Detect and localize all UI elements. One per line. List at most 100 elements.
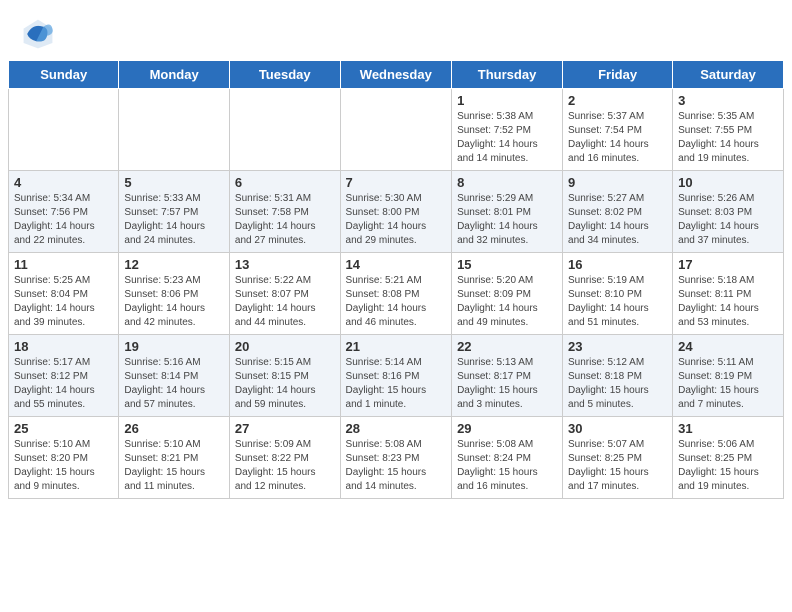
day-number: 18 bbox=[14, 339, 113, 354]
day-number: 29 bbox=[457, 421, 557, 436]
calendar-day-cell: 31 Sunrise: 5:06 AM Sunset: 8:25 PM Dayli… bbox=[673, 417, 784, 499]
day-of-week-header: Tuesday bbox=[229, 61, 340, 89]
day-info: Sunrise: 5:37 AM Sunset: 7:54 PM Dayligh… bbox=[568, 110, 667, 166]
day-number: 20 bbox=[235, 339, 335, 354]
day-info: Sunrise: 5:29 AM Sunset: 8:01 PM Dayligh… bbox=[457, 192, 557, 248]
day-info: Sunrise: 5:20 AM Sunset: 8:09 PM Dayligh… bbox=[457, 274, 557, 330]
day-info: Sunrise: 5:18 AM Sunset: 8:11 PM Dayligh… bbox=[678, 274, 778, 330]
day-info: Sunrise: 5:33 AM Sunset: 7:57 PM Dayligh… bbox=[124, 192, 224, 248]
calendar-day-cell: 17 Sunrise: 5:18 AM Sunset: 8:11 PM Dayli… bbox=[673, 253, 784, 335]
calendar-week-row: 25 Sunrise: 5:10 AM Sunset: 8:20 PM Dayli… bbox=[9, 417, 784, 499]
day-of-week-header: Friday bbox=[563, 61, 673, 89]
logo-icon bbox=[20, 16, 56, 52]
day-of-week-header: Sunday bbox=[9, 61, 119, 89]
calendar-week-row: 18 Sunrise: 5:17 AM Sunset: 8:12 PM Dayli… bbox=[9, 335, 784, 417]
calendar-day-cell: 30Sunrise: 5:07 AM Sunset: 8:25 PM Dayli… bbox=[563, 417, 673, 499]
day-number: 25 bbox=[14, 421, 113, 436]
day-number: 19 bbox=[124, 339, 224, 354]
calendar-day-cell: 19 Sunrise: 5:16 AM Sunset: 8:14 PM Dayli… bbox=[119, 335, 230, 417]
calendar-day-cell: 10Sunrise: 5:26 AM Sunset: 8:03 PM Dayli… bbox=[673, 171, 784, 253]
day-number: 12 bbox=[124, 257, 224, 272]
day-info: Sunrise: 5:10 AM Sunset: 8:21 PM Dayligh… bbox=[124, 438, 224, 494]
day-number: 16 bbox=[568, 257, 667, 272]
day-number: 14 bbox=[346, 257, 447, 272]
day-number: 8 bbox=[457, 175, 557, 190]
calendar-day-cell: 2 Sunrise: 5:37 AM Sunset: 7:54 PM Daylig… bbox=[563, 89, 673, 171]
day-number: 17 bbox=[678, 257, 778, 272]
day-info: Sunrise: 5:35 AM Sunset: 7:55 PM Dayligh… bbox=[678, 110, 778, 166]
day-number: 11 bbox=[14, 257, 113, 272]
day-number: 7 bbox=[346, 175, 447, 190]
day-info: Sunrise: 5:17 AM Sunset: 8:12 PM Dayligh… bbox=[14, 356, 113, 412]
calendar-wrap: SundayMondayTuesdayWednesdayThursdayFrid… bbox=[0, 60, 792, 507]
calendar-day-cell: 4 Sunrise: 5:34 AM Sunset: 7:56 PM Daylig… bbox=[9, 171, 119, 253]
calendar-day-cell: 26 Sunrise: 5:10 AM Sunset: 8:21 PM Dayli… bbox=[119, 417, 230, 499]
calendar-day-cell: 28 Sunrise: 5:08 AM Sunset: 8:23 PM Dayli… bbox=[340, 417, 452, 499]
calendar-day-cell bbox=[9, 89, 119, 171]
day-number: 21 bbox=[346, 339, 447, 354]
calendar-day-cell: 13 Sunrise: 5:22 AM Sunset: 8:07 PM Dayli… bbox=[229, 253, 340, 335]
calendar-day-cell: 11Sunrise: 5:25 AM Sunset: 8:04 PM Dayli… bbox=[9, 253, 119, 335]
calendar-day-cell: 8 Sunrise: 5:29 AM Sunset: 8:01 PM Daylig… bbox=[452, 171, 563, 253]
calendar-day-cell: 20Sunrise: 5:15 AM Sunset: 8:15 PM Dayli… bbox=[229, 335, 340, 417]
day-of-week-header: Thursday bbox=[452, 61, 563, 89]
calendar-body: 1 Sunrise: 5:38 AM Sunset: 7:52 PM Daylig… bbox=[9, 89, 784, 499]
day-info: Sunrise: 5:31 AM Sunset: 7:58 PM Dayligh… bbox=[235, 192, 335, 248]
day-info: Sunrise: 5:38 AM Sunset: 7:52 PM Dayligh… bbox=[457, 110, 557, 166]
day-info: Sunrise: 5:27 AM Sunset: 8:02 PM Dayligh… bbox=[568, 192, 667, 248]
day-info: Sunrise: 5:13 AM Sunset: 8:17 PM Dayligh… bbox=[457, 356, 557, 412]
day-of-week-header: Saturday bbox=[673, 61, 784, 89]
day-number: 15 bbox=[457, 257, 557, 272]
calendar-day-cell: 23Sunrise: 5:12 AM Sunset: 8:18 PM Dayli… bbox=[563, 335, 673, 417]
day-number: 31 bbox=[678, 421, 778, 436]
calendar-day-cell: 15 Sunrise: 5:20 AM Sunset: 8:09 PM Dayli… bbox=[452, 253, 563, 335]
day-info: Sunrise: 5:08 AM Sunset: 8:24 PM Dayligh… bbox=[457, 438, 557, 494]
calendar-day-cell bbox=[340, 89, 452, 171]
day-number: 1 bbox=[457, 93, 557, 108]
day-number: 6 bbox=[235, 175, 335, 190]
day-info: Sunrise: 5:34 AM Sunset: 7:56 PM Dayligh… bbox=[14, 192, 113, 248]
day-info: Sunrise: 5:16 AM Sunset: 8:14 PM Dayligh… bbox=[124, 356, 224, 412]
calendar-day-cell: 3 Sunrise: 5:35 AM Sunset: 7:55 PM Daylig… bbox=[673, 89, 784, 171]
day-info: Sunrise: 5:23 AM Sunset: 8:06 PM Dayligh… bbox=[124, 274, 224, 330]
calendar-day-cell: 6 Sunrise: 5:31 AM Sunset: 7:58 PM Daylig… bbox=[229, 171, 340, 253]
day-info: Sunrise: 5:10 AM Sunset: 8:20 PM Dayligh… bbox=[14, 438, 113, 494]
calendar-day-cell: 16 Sunrise: 5:19 AM Sunset: 8:10 PM Dayli… bbox=[563, 253, 673, 335]
day-number: 9 bbox=[568, 175, 667, 190]
calendar-day-cell: 18 Sunrise: 5:17 AM Sunset: 8:12 PM Dayli… bbox=[9, 335, 119, 417]
calendar-day-cell: 24Sunrise: 5:11 AM Sunset: 8:19 PM Dayli… bbox=[673, 335, 784, 417]
logo bbox=[20, 16, 60, 52]
calendar-header: SundayMondayTuesdayWednesdayThursdayFrid… bbox=[9, 61, 784, 89]
calendar-day-cell: 27Sunrise: 5:09 AM Sunset: 8:22 PM Dayli… bbox=[229, 417, 340, 499]
day-info: Sunrise: 5:19 AM Sunset: 8:10 PM Dayligh… bbox=[568, 274, 667, 330]
day-number: 4 bbox=[14, 175, 113, 190]
day-info: Sunrise: 5:11 AM Sunset: 8:19 PM Dayligh… bbox=[678, 356, 778, 412]
day-info: Sunrise: 5:26 AM Sunset: 8:03 PM Dayligh… bbox=[678, 192, 778, 248]
day-info: Sunrise: 5:14 AM Sunset: 8:16 PM Dayligh… bbox=[346, 356, 447, 412]
calendar-day-cell: 7 Sunrise: 5:30 AM Sunset: 8:00 PM Daylig… bbox=[340, 171, 452, 253]
day-info: Sunrise: 5:07 AM Sunset: 8:25 PM Dayligh… bbox=[568, 438, 667, 494]
day-number: 2 bbox=[568, 93, 667, 108]
day-number: 26 bbox=[124, 421, 224, 436]
calendar-day-cell bbox=[229, 89, 340, 171]
day-info: Sunrise: 5:30 AM Sunset: 8:00 PM Dayligh… bbox=[346, 192, 447, 248]
calendar-week-row: 11Sunrise: 5:25 AM Sunset: 8:04 PM Dayli… bbox=[9, 253, 784, 335]
calendar-week-row: 4 Sunrise: 5:34 AM Sunset: 7:56 PM Daylig… bbox=[9, 171, 784, 253]
day-number: 3 bbox=[678, 93, 778, 108]
day-info: Sunrise: 5:09 AM Sunset: 8:22 PM Dayligh… bbox=[235, 438, 335, 494]
day-of-week-header: Monday bbox=[119, 61, 230, 89]
day-info: Sunrise: 5:22 AM Sunset: 8:07 PM Dayligh… bbox=[235, 274, 335, 330]
day-number: 13 bbox=[235, 257, 335, 272]
calendar-day-cell: 25 Sunrise: 5:10 AM Sunset: 8:20 PM Dayli… bbox=[9, 417, 119, 499]
page-header bbox=[0, 0, 792, 60]
calendar-day-cell: 29 Sunrise: 5:08 AM Sunset: 8:24 PM Dayli… bbox=[452, 417, 563, 499]
day-number: 28 bbox=[346, 421, 447, 436]
day-info: Sunrise: 5:06 AM Sunset: 8:25 PM Dayligh… bbox=[678, 438, 778, 494]
calendar-week-row: 1 Sunrise: 5:38 AM Sunset: 7:52 PM Daylig… bbox=[9, 89, 784, 171]
calendar-day-cell bbox=[119, 89, 230, 171]
day-number: 5 bbox=[124, 175, 224, 190]
day-info: Sunrise: 5:08 AM Sunset: 8:23 PM Dayligh… bbox=[346, 438, 447, 494]
calendar-day-cell: 1 Sunrise: 5:38 AM Sunset: 7:52 PM Daylig… bbox=[452, 89, 563, 171]
calendar-table: SundayMondayTuesdayWednesdayThursdayFrid… bbox=[8, 60, 784, 499]
day-of-week-header: Wednesday bbox=[340, 61, 452, 89]
